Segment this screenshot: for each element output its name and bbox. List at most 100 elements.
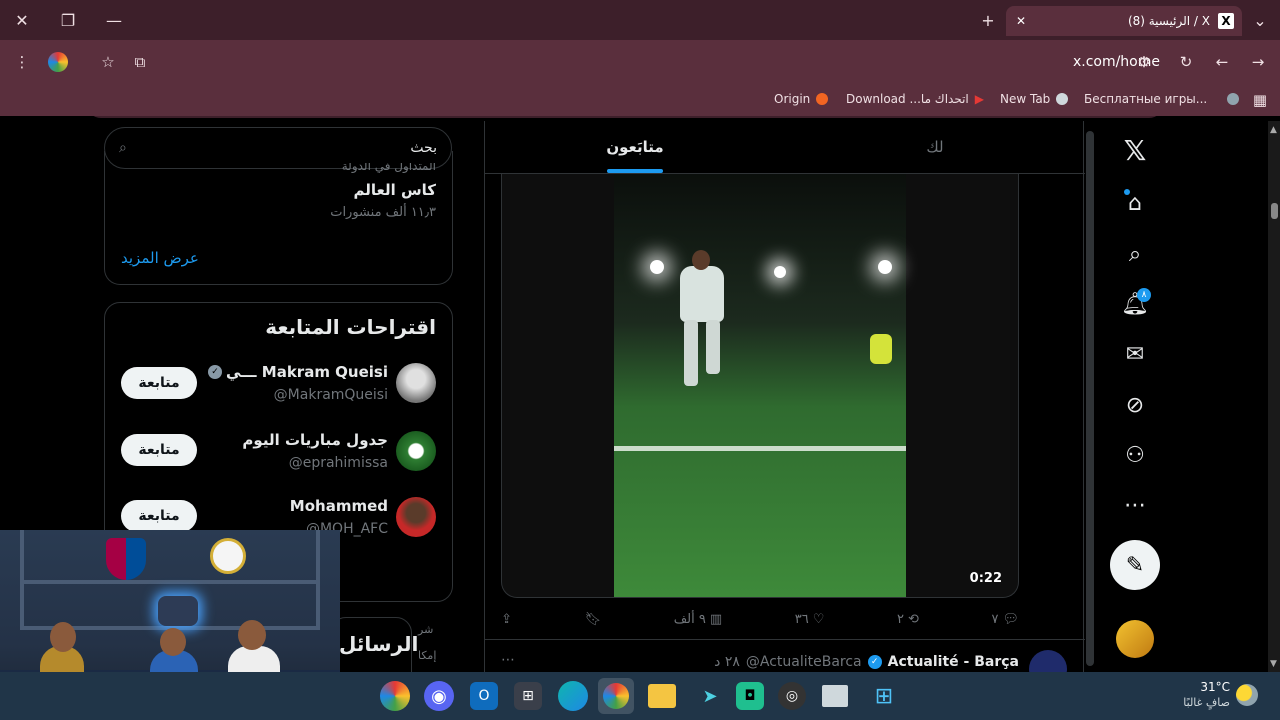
feed-scrollbar[interactable]: [1086, 131, 1094, 666]
player-leg: [684, 320, 698, 386]
next-tweet-author[interactable]: Actualité - Barça: [888, 654, 1019, 670]
person-head: [160, 628, 186, 656]
tweet-media-card[interactable]: 0:22: [501, 174, 1019, 598]
windows-start-icon[interactable]: ⊞: [866, 678, 902, 714]
share-action[interactable]: ⇪: [501, 612, 512, 627]
stadium-light: [878, 260, 892, 274]
window-app-icon[interactable]: [822, 685, 848, 707]
account-avatar[interactable]: [1116, 620, 1154, 658]
repost-action[interactable]: ⟲ ٢: [897, 612, 919, 627]
bookmark-action[interactable]: 🔖︎: [585, 612, 602, 627]
chrome-app-icon[interactable]: [380, 681, 410, 711]
grok-icon[interactable]: ⊘: [1116, 386, 1154, 424]
footer-link[interactable]: إمكا: [418, 649, 436, 662]
tweet-actions: 💬︎ ٧ ⟲ ٢ ♡ ٣٦ ▥ ٩ ألف 🔖︎ ⇪: [501, 607, 1019, 631]
tab-following[interactable]: متابَعون: [485, 121, 785, 173]
x-logo-icon[interactable]: 𝕏: [1116, 131, 1154, 169]
bookmark-free-games[interactable]: Бесплатные игры...: [1084, 92, 1240, 106]
footer-link[interactable]: شر: [418, 623, 433, 636]
tab-for-you[interactable]: لك: [785, 121, 1085, 173]
outlook-icon[interactable]: O: [470, 682, 498, 710]
trend-name[interactable]: كاس العالم: [353, 181, 436, 199]
suggestion-avatar[interactable]: [396, 497, 436, 537]
neon-logo: [158, 596, 198, 626]
chat-app-icon[interactable]: ◘: [736, 682, 764, 710]
views-action[interactable]: ▥ ٩ ألف: [674, 612, 722, 627]
next-tweet-avatar[interactable]: [1029, 650, 1067, 672]
site-settings-icon[interactable]: ⚙: [1134, 52, 1154, 72]
reply-action[interactable]: 💬︎ ٧: [992, 612, 1020, 627]
weather-icon[interactable]: [1236, 684, 1258, 706]
profile-person-icon[interactable]: ⚇: [1116, 436, 1154, 474]
feed-tabs: متابَعون لك: [485, 121, 1085, 174]
suggestion-avatar[interactable]: [396, 363, 436, 403]
tab-search-button[interactable]: ⌄: [1240, 0, 1280, 40]
bookmark-origin[interactable]: Origin: [774, 92, 829, 106]
menu-dots-icon[interactable]: ⋮: [10, 50, 34, 74]
install-app-icon[interactable]: ⧉: [130, 52, 150, 72]
follow-button[interactable]: متابعة: [121, 500, 197, 532]
bookmark-download[interactable]: Download ...اتحداك ما ▶: [846, 92, 984, 106]
timeline-feed: متابَعون لك 0:22 💬︎ ٧ ⟲ ٢ ♡ ٣٦ ▥ ٩ ألف 🔖…: [484, 121, 1085, 672]
terminal-app-icon[interactable]: ➤: [692, 678, 728, 714]
globe-icon: [1056, 93, 1069, 105]
back-arrow-icon[interactable]: ←: [1212, 52, 1232, 72]
new-tab-button[interactable]: +: [968, 0, 1008, 40]
player-leg: [706, 320, 720, 374]
post-feather-button[interactable]: ✎: [1110, 540, 1160, 590]
page-scrollbar[interactable]: ▲ ▼: [1268, 121, 1280, 672]
more-options-icon[interactable]: ⋯: [1116, 486, 1154, 524]
suggestion-name[interactable]: جدول مباريات اليوم: [242, 431, 388, 449]
pitch-line: [614, 446, 906, 451]
scroll-up-arrow-icon[interactable]: ▲: [1270, 125, 1277, 135]
messages-mail-icon[interactable]: ✉: [1116, 335, 1154, 373]
browser-tab[interactable]: ✕ (8) الرئيسية / X X: [1006, 6, 1242, 36]
weather-temp: 31°C: [1200, 680, 1230, 694]
profile-icon[interactable]: [48, 52, 68, 72]
discord-icon[interactable]: ◉: [424, 681, 454, 711]
weather-description: صافٍ غالبًا: [1183, 696, 1230, 709]
active-tab-indicator: [607, 169, 663, 173]
notification-badge: ٨: [1137, 288, 1151, 302]
next-tweet[interactable]: ٢٨ د @ActualiteBarca ✓ Actualité - Barça…: [485, 639, 1085, 672]
more-options-dots-icon[interactable]: ⋯: [501, 652, 515, 668]
edge-icon[interactable]: [558, 681, 588, 711]
minimize-window-button[interactable]: —: [94, 0, 134, 40]
chrome-active-icon[interactable]: [598, 678, 634, 714]
scrollbar-thumb[interactable]: [1271, 203, 1278, 219]
scroll-down-arrow-icon[interactable]: ▼: [1270, 659, 1277, 669]
trend-context: المتداول في الدولة: [341, 163, 436, 173]
home-icon[interactable]: ⌂: [1116, 184, 1154, 222]
stadium-light: [774, 266, 786, 278]
explore-search-icon[interactable]: ⌕: [1116, 235, 1154, 273]
bookmark-new-tab[interactable]: New Tab: [1000, 92, 1069, 106]
views-chart-icon: ▥: [709, 611, 723, 627]
origin-icon: [816, 93, 829, 105]
obs-icon[interactable]: ◎: [778, 682, 806, 710]
next-tweet-handle[interactable]: @ActualiteBarca: [746, 654, 862, 670]
browser-tab-bar: ✕ ❐ — + ✕ (8) الرئيسية / X X ⌄: [0, 0, 1280, 40]
forward-arrow-icon[interactable]: →: [1248, 52, 1268, 72]
like-action[interactable]: ♡ ٣٦: [795, 612, 825, 627]
suggestion-handle: @MakramQueisi: [273, 387, 388, 403]
restore-window-button[interactable]: ❐: [48, 0, 88, 40]
file-explorer-icon[interactable]: [648, 684, 676, 708]
suggestion-name[interactable]: Mohammed: [290, 497, 388, 515]
suggestion-name-row[interactable]: ✓ Makram Queisi ـــي: [208, 363, 388, 381]
trend-count: ١١٫٣ ألف منشورات: [330, 205, 436, 220]
share-icon: ⇪: [501, 611, 512, 627]
verified-badge-icon: ✓: [867, 655, 882, 669]
follow-button[interactable]: متابعة: [121, 367, 197, 399]
apps-grid-icon[interactable]: ▦: [1250, 90, 1270, 110]
suggestion-avatar[interactable]: [396, 431, 436, 471]
tweet-video[interactable]: 0:22: [614, 174, 1002, 597]
reload-icon[interactable]: ↻: [1176, 52, 1196, 72]
browser-toolbar: ⋮ ☆ ⧉ x.com/home ⚙ ↻ ← →: [0, 40, 1280, 118]
store-icon[interactable]: ⊞: [514, 682, 542, 710]
messages-drawer[interactable]: الرسائل: [330, 617, 418, 672]
follow-button[interactable]: متابعة: [121, 434, 197, 466]
bookmark-star-icon[interactable]: ☆: [98, 52, 118, 72]
show-more-link[interactable]: عرض المزيد: [121, 249, 199, 267]
tab-close-icon[interactable]: ✕: [1016, 14, 1026, 28]
close-window-button[interactable]: ✕: [2, 0, 42, 40]
